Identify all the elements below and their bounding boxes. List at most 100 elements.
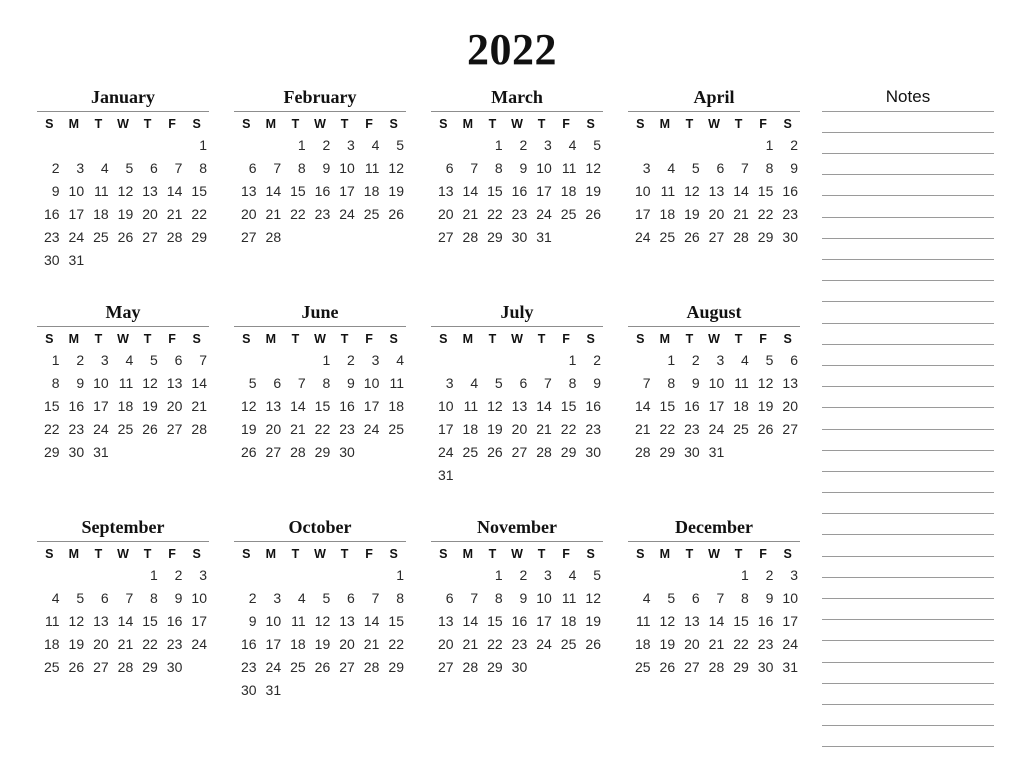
day-cell[interactable]: 11 xyxy=(111,372,136,395)
day-cell[interactable]: 14 xyxy=(628,395,653,418)
day-cell[interactable]: 31 xyxy=(775,656,800,679)
day-cell[interactable]: 15 xyxy=(135,610,160,633)
day-cell[interactable]: 13 xyxy=(505,395,530,418)
day-cell[interactable]: 2 xyxy=(332,349,357,372)
day-cell[interactable]: 15 xyxy=(283,180,308,203)
day-cell[interactable]: 20 xyxy=(431,633,456,656)
day-cell[interactable]: 29 xyxy=(37,441,62,464)
day-cell[interactable]: 23 xyxy=(234,656,259,679)
day-cell[interactable]: 6 xyxy=(160,349,185,372)
note-line[interactable] xyxy=(822,449,994,471)
day-cell[interactable]: 1 xyxy=(37,349,62,372)
day-cell[interactable]: 31 xyxy=(86,441,111,464)
day-cell[interactable]: 10 xyxy=(529,157,554,180)
note-line[interactable] xyxy=(822,259,994,280)
note-line[interactable] xyxy=(822,619,994,640)
day-cell[interactable]: 14 xyxy=(283,395,308,418)
day-cell[interactable]: 1 xyxy=(480,564,505,587)
day-cell[interactable]: 1 xyxy=(554,349,579,372)
day-cell[interactable]: 19 xyxy=(111,203,136,226)
day-cell[interactable]: 17 xyxy=(62,203,87,226)
day-cell[interactable]: 15 xyxy=(308,395,333,418)
day-cell[interactable]: 23 xyxy=(160,633,185,656)
day-cell[interactable]: 2 xyxy=(677,349,702,372)
day-cell[interactable]: 15 xyxy=(480,610,505,633)
day-cell[interactable]: 27 xyxy=(775,418,800,441)
day-cell[interactable]: 10 xyxy=(628,180,653,203)
day-cell[interactable]: 19 xyxy=(751,395,776,418)
day-cell[interactable]: 18 xyxy=(357,180,382,203)
day-cell[interactable]: 23 xyxy=(62,418,87,441)
day-cell[interactable]: 19 xyxy=(62,633,87,656)
day-cell[interactable]: 10 xyxy=(332,157,357,180)
day-cell[interactable]: 8 xyxy=(751,157,776,180)
day-cell[interactable]: 24 xyxy=(529,203,554,226)
day-cell[interactable]: 2 xyxy=(37,157,62,180)
day-cell[interactable]: 19 xyxy=(480,418,505,441)
note-line[interactable] xyxy=(822,746,994,767)
day-cell[interactable]: 23 xyxy=(37,226,62,249)
note-line[interactable] xyxy=(822,470,994,492)
day-cell[interactable]: 29 xyxy=(653,441,678,464)
day-cell[interactable]: 2 xyxy=(160,564,185,587)
day-cell[interactable]: 5 xyxy=(751,349,776,372)
day-cell[interactable]: 6 xyxy=(86,587,111,610)
day-cell[interactable]: 21 xyxy=(456,203,481,226)
day-cell[interactable]: 2 xyxy=(308,134,333,157)
note-line[interactable] xyxy=(822,343,994,365)
day-cell[interactable]: 30 xyxy=(505,226,530,249)
day-cell[interactable]: 28 xyxy=(357,656,382,679)
day-cell[interactable]: 25 xyxy=(628,656,653,679)
day-cell[interactable]: 9 xyxy=(308,157,333,180)
day-cell[interactable]: 30 xyxy=(332,441,357,464)
day-cell[interactable]: 13 xyxy=(135,180,160,203)
day-cell[interactable]: 16 xyxy=(37,203,62,226)
day-cell[interactable]: 24 xyxy=(431,441,456,464)
day-cell[interactable]: 26 xyxy=(62,656,87,679)
day-cell[interactable]: 27 xyxy=(259,441,284,464)
note-line[interactable] xyxy=(822,703,994,725)
day-cell[interactable]: 8 xyxy=(283,157,308,180)
day-cell[interactable]: 27 xyxy=(86,656,111,679)
day-cell[interactable]: 22 xyxy=(554,418,579,441)
day-cell[interactable]: 8 xyxy=(726,587,751,610)
day-cell[interactable]: 1 xyxy=(653,349,678,372)
day-cell[interactable]: 5 xyxy=(308,587,333,610)
day-cell[interactable]: 12 xyxy=(677,180,702,203)
day-cell[interactable]: 29 xyxy=(554,441,579,464)
day-cell[interactable]: 25 xyxy=(653,226,678,249)
day-cell[interactable]: 5 xyxy=(62,587,87,610)
day-cell[interactable]: 14 xyxy=(702,610,727,633)
day-cell[interactable]: 14 xyxy=(259,180,284,203)
day-cell[interactable]: 6 xyxy=(234,157,259,180)
day-cell[interactable]: 6 xyxy=(775,349,800,372)
month-block-november[interactable]: November S M T W T F S 1 2 3 4 5 6 7 8 9 10 11 12 13 14 15 16 17… xyxy=(394,517,603,733)
day-cell[interactable]: 27 xyxy=(431,656,456,679)
day-cell[interactable]: 20 xyxy=(431,203,456,226)
day-cell[interactable]: 26 xyxy=(308,656,333,679)
month-block-february[interactable]: February S M T W T F S 1 2 3 4 5 6 7 8 9 10 11 12 13 14 15 16 17… xyxy=(197,87,406,303)
day-cell[interactable]: 27 xyxy=(135,226,160,249)
day-cell[interactable]: 10 xyxy=(357,372,382,395)
day-cell[interactable]: 27 xyxy=(702,226,727,249)
day-cell[interactable]: 16 xyxy=(62,395,87,418)
day-cell[interactable]: 7 xyxy=(160,157,185,180)
day-cell[interactable]: 24 xyxy=(86,418,111,441)
day-cell[interactable]: 27 xyxy=(332,656,357,679)
day-cell[interactable]: 10 xyxy=(86,372,111,395)
day-cell[interactable]: 25 xyxy=(726,418,751,441)
day-cell[interactable]: 10 xyxy=(775,587,800,610)
day-cell[interactable]: 28 xyxy=(259,226,284,249)
note-line[interactable] xyxy=(822,386,994,407)
day-cell[interactable]: 23 xyxy=(505,633,530,656)
day-cell[interactable]: 24 xyxy=(332,203,357,226)
day-cell[interactable]: 16 xyxy=(308,180,333,203)
note-line[interactable] xyxy=(822,364,994,386)
day-cell[interactable]: 4 xyxy=(111,349,136,372)
day-cell[interactable]: 29 xyxy=(308,441,333,464)
day-cell[interactable]: 6 xyxy=(259,372,284,395)
day-cell[interactable]: 9 xyxy=(234,610,259,633)
day-cell[interactable]: 21 xyxy=(259,203,284,226)
day-cell[interactable]: 13 xyxy=(234,180,259,203)
day-cell[interactable]: 29 xyxy=(480,656,505,679)
